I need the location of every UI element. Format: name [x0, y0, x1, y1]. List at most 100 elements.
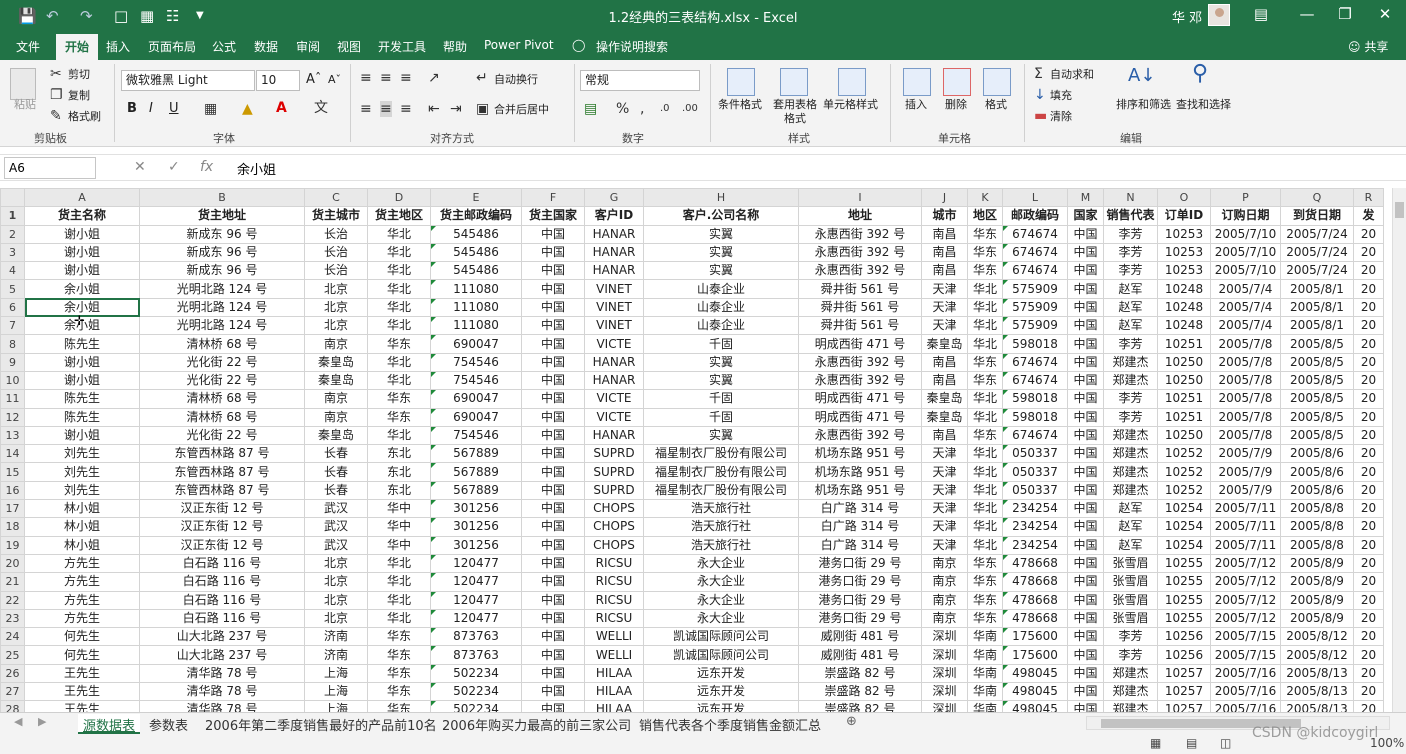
user-name[interactable]: 华 邓 [1172, 7, 1202, 26]
column-header[interactable]: I [798, 188, 922, 208]
cell[interactable]: 崇盛路 82 号 [798, 682, 922, 702]
cell[interactable]: 2005/7/8 [1210, 352, 1281, 372]
cell[interactable]: 方先生 [24, 553, 140, 574]
cell[interactable]: 张雪眉 [1103, 608, 1158, 629]
align-top-icon[interactable]: ≡ [360, 70, 372, 86]
cell[interactable]: 港务口街 29 号 [798, 572, 922, 592]
cell[interactable]: 050337 [1002, 444, 1068, 464]
cell[interactable]: 秦皇岛 [304, 352, 368, 372]
column-header[interactable]: L [1002, 188, 1068, 208]
sort-filter-button[interactable]: 排序和筛选 [1116, 98, 1171, 112]
row-header[interactable]: 9 [0, 352, 25, 372]
cell[interactable]: 20 [1353, 261, 1384, 281]
cell[interactable]: 10248 [1157, 279, 1211, 299]
select-all-corner[interactable] [0, 188, 25, 208]
cell[interactable]: 华南 [967, 700, 1003, 712]
add-sheet-icon[interactable]: ⊕ [846, 714, 857, 729]
redo-icon[interactable]: ↷ [80, 6, 93, 26]
cell[interactable]: 2005/7/8 [1210, 370, 1281, 391]
cell[interactable]: 深圳 [921, 627, 968, 647]
cell[interactable]: 武汉 [304, 499, 368, 519]
cell[interactable]: 20 [1353, 499, 1384, 519]
cell[interactable]: 华东 [367, 407, 431, 427]
cell[interactable]: 2005/8/6 [1280, 480, 1354, 501]
tab-developer[interactable]: 开发工具 [378, 38, 426, 55]
cell[interactable]: 张雪眉 [1103, 590, 1158, 610]
cell[interactable]: 2005/7/11 [1210, 517, 1281, 537]
clear-button[interactable]: 清除 [1050, 110, 1072, 124]
cell[interactable]: 华南 [967, 627, 1003, 647]
cell[interactable]: 永大企业 [643, 590, 799, 610]
cell[interactable]: 中国 [1067, 316, 1104, 336]
cell[interactable]: 天津 [921, 444, 968, 464]
fill-button[interactable]: 填充 [1050, 89, 1072, 103]
row-header[interactable]: 27 [0, 682, 25, 702]
cell[interactable]: 567889 [430, 480, 522, 501]
cell[interactable]: 中国 [521, 608, 585, 629]
row-header[interactable]: 21 [0, 572, 25, 592]
cell[interactable]: 中国 [1067, 352, 1104, 372]
cell[interactable]: 南京 [921, 590, 968, 610]
cell[interactable]: 2005/8/5 [1280, 352, 1354, 372]
cell[interactable]: 地址 [798, 206, 922, 226]
cell[interactable]: 2005/7/12 [1210, 553, 1281, 574]
cell[interactable]: 千固 [643, 407, 799, 427]
merge-icon[interactable]: ▣ [476, 101, 489, 117]
font-size-select[interactable]: 10 [256, 70, 300, 91]
cell[interactable]: 武汉 [304, 517, 368, 537]
cell[interactable]: 南昌 [921, 425, 968, 446]
cell[interactable]: 050337 [1002, 480, 1068, 501]
cell[interactable]: 2005/8/8 [1280, 535, 1354, 555]
cell[interactable]: 234254 [1002, 499, 1068, 519]
autosum-icon[interactable]: Σ [1034, 66, 1043, 82]
cell[interactable]: 20 [1353, 627, 1384, 647]
cell[interactable]: 东管西林路 87 号 [139, 462, 305, 482]
cell[interactable]: 10250 [1157, 370, 1211, 391]
cell[interactable]: 白石路 116 号 [139, 608, 305, 629]
close-icon[interactable]: ✕ [1362, 5, 1406, 23]
cell[interactable]: 中国 [521, 261, 585, 281]
cell[interactable]: 2005/7/15 [1210, 627, 1281, 647]
cell[interactable]: 秦皇岛 [921, 407, 968, 427]
cell[interactable]: 华北 [367, 316, 431, 336]
cell[interactable]: 邮政编码 [1002, 206, 1068, 226]
open-icon[interactable]: ▦ [140, 6, 154, 26]
cell[interactable]: 873763 [430, 645, 522, 665]
save-icon[interactable]: 💾 [18, 6, 37, 26]
avatar[interactable] [1208, 4, 1230, 26]
cell[interactable]: 301256 [430, 517, 522, 537]
cell[interactable]: 新成东 96 号 [139, 242, 305, 263]
font-color-icon[interactable]: A [276, 100, 287, 116]
decrease-decimal-icon[interactable]: .00 [682, 101, 698, 117]
cell[interactable]: 天津 [921, 535, 968, 555]
cell[interactable]: 中国 [1067, 444, 1104, 464]
cell[interactable]: 中国 [521, 407, 585, 427]
cell[interactable]: 刘先生 [24, 444, 140, 464]
page-layout-view-icon[interactable]: ▤ [1186, 736, 1197, 750]
cell[interactable]: 北京 [304, 316, 368, 336]
cell[interactable]: 中国 [1067, 499, 1104, 519]
tab-view[interactable]: 视图 [337, 38, 361, 55]
cell[interactable]: 华北 [967, 462, 1003, 482]
row-header[interactable]: 15 [0, 462, 25, 482]
cell[interactable]: 白石路 116 号 [139, 590, 305, 610]
tell-me-search[interactable]: 操作说明搜索 [596, 38, 668, 55]
cell[interactable]: 深圳 [921, 663, 968, 684]
cell[interactable]: 李芳 [1103, 261, 1158, 281]
cell[interactable]: 南京 [304, 389, 368, 409]
cell[interactable]: 中国 [521, 334, 585, 354]
cell[interactable]: 2005/8/13 [1280, 682, 1354, 702]
cell[interactable]: 永大企业 [643, 608, 799, 629]
cell[interactable]: 华东 [367, 663, 431, 684]
cell[interactable]: 690047 [430, 407, 522, 427]
cell[interactable]: 赵军 [1103, 316, 1158, 336]
cell[interactable]: 华东 [367, 700, 431, 712]
cell[interactable]: 20 [1353, 224, 1384, 244]
cell[interactable]: VICTE [584, 407, 644, 427]
insert-function-button[interactable]: fx [200, 159, 213, 175]
cell[interactable]: VICTE [584, 334, 644, 354]
cell[interactable]: 502234 [430, 663, 522, 684]
percent-icon[interactable]: % [616, 101, 629, 117]
column-header[interactable]: O [1157, 188, 1211, 208]
cell[interactable]: 明成西街 471 号 [798, 334, 922, 354]
